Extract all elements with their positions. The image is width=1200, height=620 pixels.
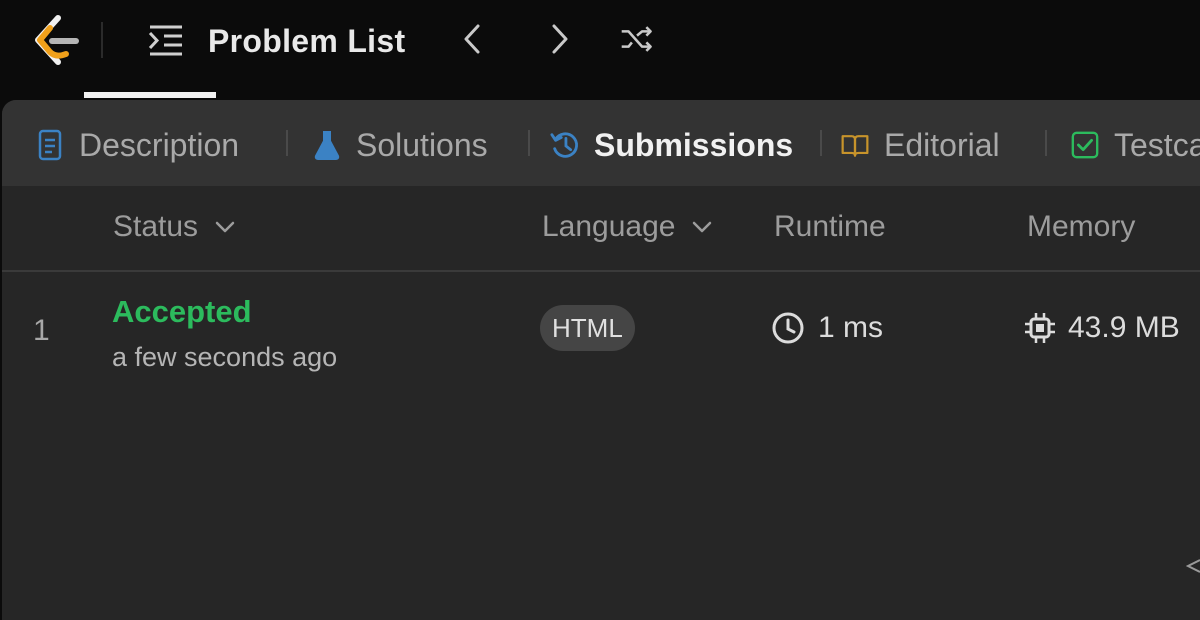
top-navbar: Problem List — [0, 0, 1200, 98]
checkbox-icon — [1071, 131, 1099, 159]
tab-solutions-label: Solutions — [356, 126, 488, 163]
language-badge: HTML — [540, 305, 635, 351]
list-indent-icon — [148, 25, 182, 56]
chevron-left-icon — [464, 24, 480, 54]
status-header-label: Status — [113, 210, 199, 243]
resize-handle-icon[interactable] — [1186, 556, 1200, 576]
runtime-header-label: Runtime — [774, 210, 886, 243]
submissions-table-header: Status Language Runtime Memory — [2, 186, 1200, 272]
tab-separator — [1045, 130, 1047, 156]
memory-header: Memory — [1027, 210, 1135, 244]
tab-description-label: Description — [79, 126, 240, 163]
leetcode-logo-icon[interactable] — [28, 14, 84, 66]
tab-submissions-label: Submissions — [594, 126, 794, 163]
memory-cell: 43.9 MB — [1022, 310, 1180, 346]
book-icon — [841, 135, 869, 157]
tab-solutions[interactable]: Solutions — [312, 122, 488, 168]
chevron-down-icon — [693, 221, 712, 233]
flask-icon — [314, 131, 340, 160]
problem-list-label: Problem List — [208, 22, 406, 59]
memory-header-label: Memory — [1027, 210, 1136, 243]
active-nav-underline — [84, 92, 216, 98]
panel-tab-bar: Description Solutions Submissions Editor… — [2, 100, 1200, 186]
tab-testcase-label: Testca — [1114, 126, 1200, 163]
tab-separator — [528, 130, 530, 156]
shuffle-icon — [621, 26, 652, 52]
previous-problem-button[interactable] — [450, 16, 496, 62]
tab-separator — [286, 130, 288, 156]
random-problem-button[interactable] — [614, 16, 660, 62]
tab-description[interactable]: Description — [35, 122, 239, 168]
submissions-panel: Description Solutions Submissions Editor… — [2, 100, 1200, 620]
runtime-header: Runtime — [774, 210, 886, 244]
table-row[interactable]: 1 Accepted a few seconds ago HTML 1 ms 4… — [2, 272, 1200, 382]
memory-value: 43.9 MB — [1068, 311, 1180, 344]
runtime-cell: 1 ms — [770, 310, 883, 346]
clock-icon — [772, 312, 804, 344]
status-column-filter[interactable]: Status — [113, 210, 238, 244]
document-icon — [38, 129, 62, 161]
chip-icon — [1025, 313, 1055, 343]
problem-list-button[interactable]: Problem List — [134, 14, 417, 68]
history-icon — [550, 132, 578, 158]
tab-testcase[interactable]: Testca — [1070, 122, 1200, 168]
chevron-right-icon — [552, 24, 568, 54]
runtime-value: 1 ms — [818, 311, 884, 344]
nav-divider — [101, 22, 103, 58]
tab-submissions[interactable]: Submissions — [550, 122, 793, 168]
next-problem-button[interactable] — [536, 16, 582, 62]
tab-separator — [820, 130, 822, 156]
chevron-down-icon — [215, 221, 235, 233]
tab-editorial[interactable]: Editorial — [840, 122, 1000, 168]
submission-time: a few seconds ago — [112, 342, 338, 372]
language-header-label: Language — [542, 210, 676, 243]
tab-editorial-label: Editorial — [884, 126, 1000, 163]
language-column-filter[interactable]: Language — [542, 210, 715, 244]
row-index: 1 — [33, 314, 50, 347]
submission-status[interactable]: Accepted — [112, 294, 252, 330]
